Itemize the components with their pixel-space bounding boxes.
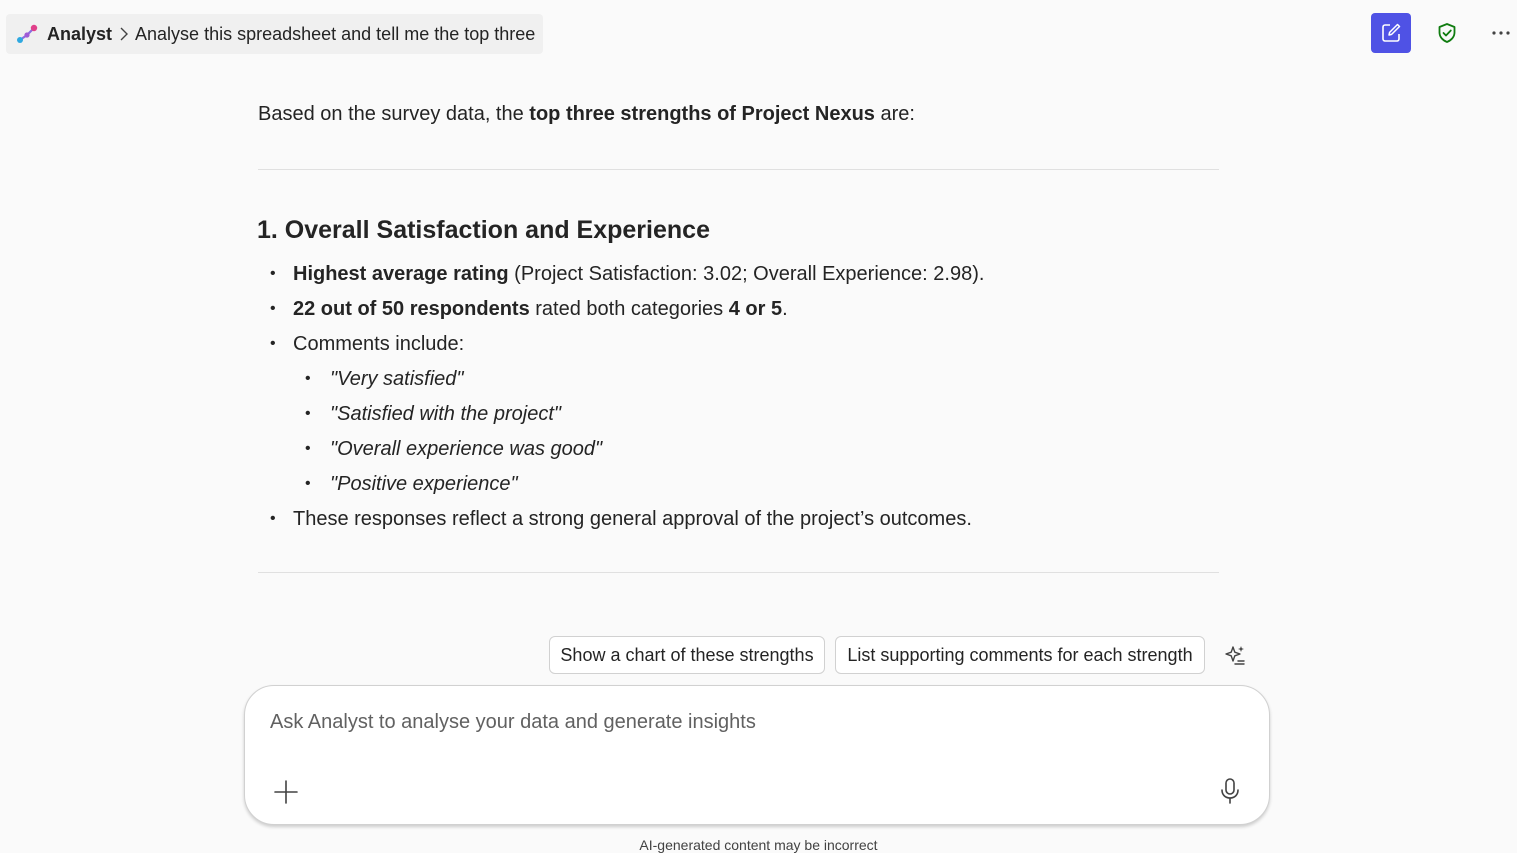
add-attachment-button[interactable] — [270, 776, 302, 808]
list-item: These responses reflect a strong general… — [293, 508, 972, 530]
disclaimer: AI-generated content may be incorrect — [639, 837, 878, 853]
microphone-button[interactable] — [1214, 774, 1246, 808]
comment-item: "Satisfied with the project" — [330, 403, 561, 425]
sub-bullet: • — [305, 370, 311, 387]
comment-item: "Very satisfied" — [330, 368, 464, 390]
list-item: Comments include: — [293, 333, 465, 355]
sub-bullet: • — [305, 475, 311, 492]
plus-icon — [273, 779, 299, 805]
suggestion-comments-button[interactable]: List supporting comments for each streng… — [835, 636, 1205, 674]
list-item: Highest average rating (Project Satisfac… — [293, 263, 985, 285]
shield-check-icon — [1436, 22, 1458, 44]
sparkle-icon — [1223, 644, 1247, 668]
bullet: • — [270, 335, 276, 352]
sub-bullet: • — [305, 440, 311, 457]
sub-bullet: • — [305, 405, 311, 422]
bullet: • — [270, 265, 276, 282]
app-name[interactable]: Analyst — [47, 24, 112, 45]
conversation-title[interactable]: Analyse this spreadsheet and tell me the… — [135, 24, 535, 45]
message-intro: Based on the survey data, the top three … — [258, 103, 915, 125]
chat-input-box[interactable]: Ask Analyst to analyse your data and gen… — [244, 685, 1270, 825]
comment-item: "Positive experience" — [330, 473, 518, 495]
bullet: • — [270, 300, 276, 317]
more-suggestions-button[interactable] — [1221, 642, 1249, 670]
microphone-icon — [1219, 777, 1241, 805]
more-icon — [1491, 30, 1511, 36]
bullet: • — [270, 510, 276, 527]
shield-button[interactable] — [1427, 13, 1467, 53]
new-chat-button[interactable] — [1371, 13, 1411, 53]
analyst-logo-icon — [16, 23, 38, 45]
new-chat-icon — [1380, 22, 1402, 44]
section-heading: 1. Overall Satisfaction and Experience — [257, 216, 710, 244]
breadcrumb: Analyst Analyse this spreadsheet and tel… — [6, 14, 544, 54]
chevron-right-icon — [119, 27, 129, 41]
divider — [258, 572, 1219, 573]
comment-item: "Overall experience was good" — [330, 438, 603, 460]
more-options-button[interactable] — [1481, 13, 1517, 53]
suggestion-chart-button[interactable]: Show a chart of these strengths — [549, 636, 825, 674]
list-item: 22 out of 50 respondents rated both cate… — [293, 298, 788, 320]
chat-input[interactable]: Ask Analyst to analyse your data and gen… — [270, 711, 756, 734]
divider — [258, 169, 1219, 170]
